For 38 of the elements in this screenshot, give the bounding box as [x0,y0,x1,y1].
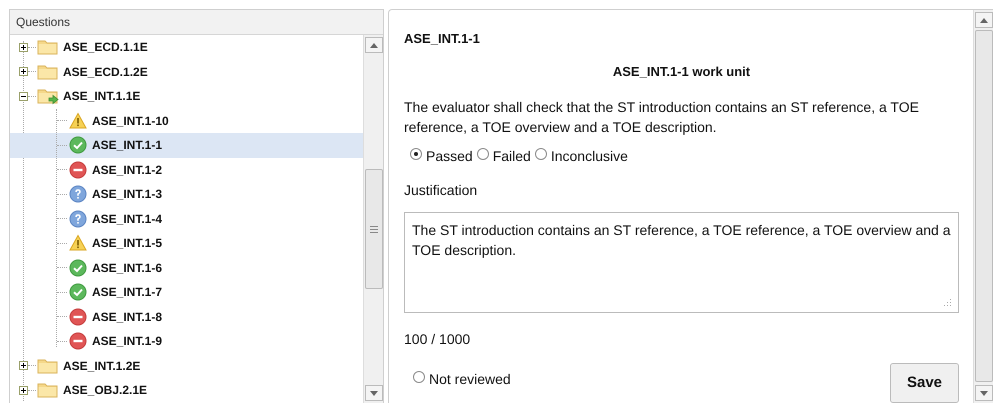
tree-row[interactable]: ASE_INT.1-1 [10,133,363,158]
work-unit-title: ASE_INT.1-1 work unit [612,62,750,80]
justification-field[interactable]: The ST introduction contains an ST reference, a TOE reference, a TOE overview and a TOE description. [404,212,959,313]
save-button[interactable]: Save [890,363,959,403]
tree-row[interactable]: ASE_INT.1-4 [10,206,363,231]
tree-row[interactable]: ASE_INT.1-6 [10,256,363,280]
tree-row[interactable]: ASE_INT.1-8 [10,304,363,329]
tree-row[interactable]: ASE_INT.1-7 [10,280,363,304]
description-text: The evaluator shall check that the ST introduction contains an ST reference, a TOE reference, a TOE overview and a TOE description. [404,98,920,137]
tree-item-label: ASE_INT.1-8 [92,308,162,326]
tree-item-label: ASE_INT.1-5 [92,235,162,252]
tree-row[interactable]: ASE_INT.1-10 [10,108,363,133]
tree-row[interactable]: ASE_INT.1-3 [10,182,363,206]
detail-heading: ASE_INT.1-1 [404,30,481,48]
character-counter: 100 / 1000 [404,330,472,349]
tree-item[interactable]: ASE_ECD.1.1E [62,38,149,56]
tree-item-label: ASE_INT.1-4 [92,210,162,228]
tree-item-label: ASE_INT.1-7 [92,284,162,302]
tree-item[interactable]: ASE_INT.1.2E [62,356,142,375]
tree-row[interactable]: ASE_INT.1-5 [10,231,363,256]
panel-title: Questions [16,14,70,31]
tree-item-label: ASE_INT.1-1 [92,137,162,154]
tree-item-label: ASE_INT.1-9 [92,333,162,350]
radio-label[interactable]: Not reviewed [429,369,511,390]
radio-label[interactable]: Passed [426,146,473,167]
justification-label: Justification [404,181,478,200]
tree-item-label: ASE_INT.1-3 [92,186,162,204]
tree-item-label: ASE_INT.1-6 [92,260,162,277]
tree-item[interactable]: ASE_ECD.1.2E [62,62,149,81]
tree-row[interactable]: ASE_INT.1-9 [10,329,363,354]
justification-text: The ST introduction contains an ST reference, a TOE reference, a TOE overview and a TOE description. [412,222,951,258]
tree-item-label: ASE_INT.1-2 [92,162,162,179]
tree-item[interactable]: ASE_INT.1.1E [62,87,142,106]
radio-label[interactable]: Inconclusive [550,146,628,167]
tree-item[interactable]: ASE_OBJ.2.1E [62,381,148,400]
tree-row[interactable]: ASE_INT.1-2 [10,158,363,182]
radio-label[interactable]: Failed [492,146,531,167]
tree-item-label: ASE_INT.1-10 [92,112,169,130]
